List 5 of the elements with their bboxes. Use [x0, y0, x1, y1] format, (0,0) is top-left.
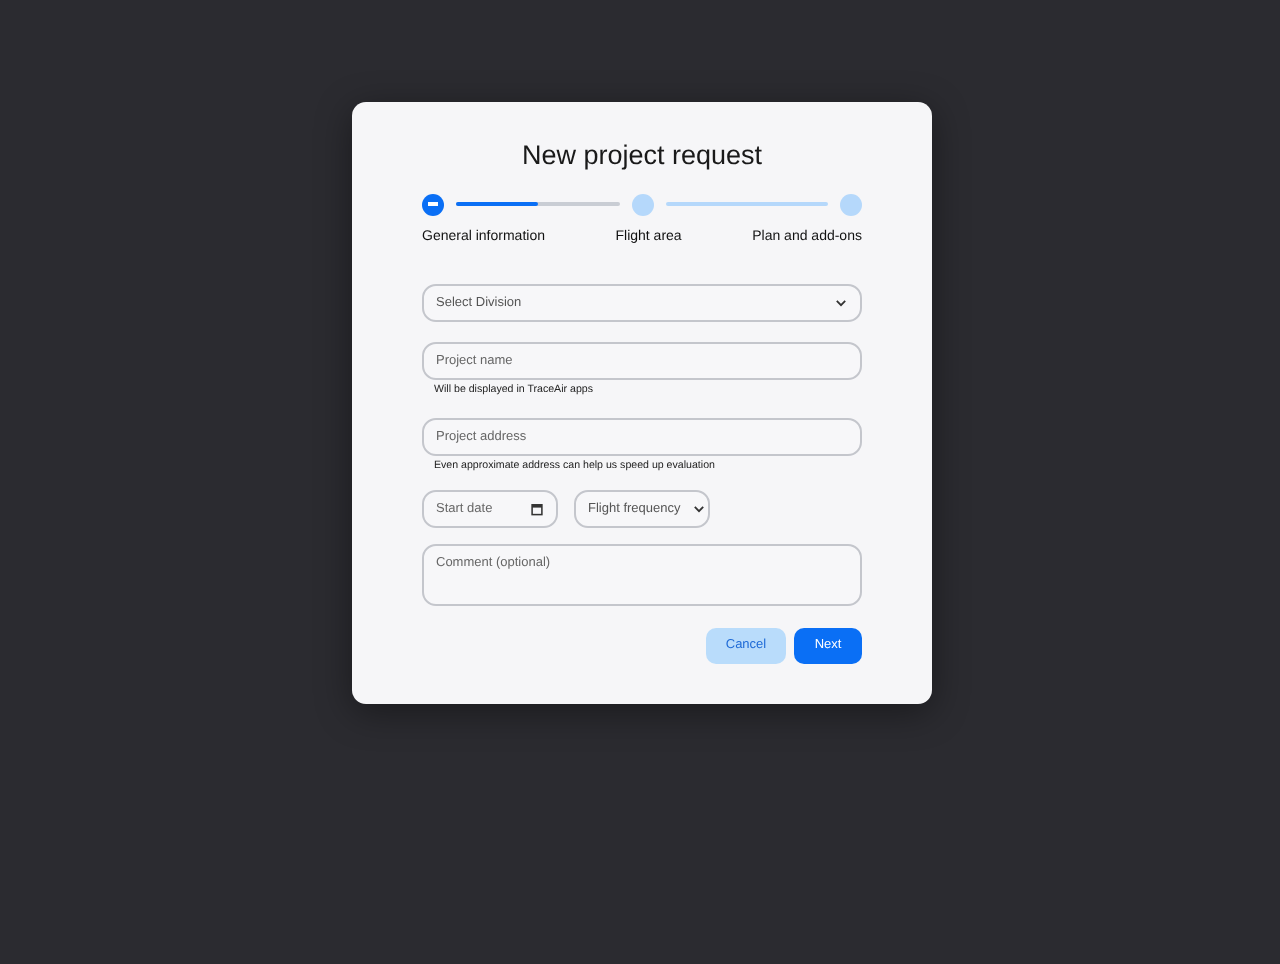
- step-indicator[interactable]: [422, 193, 444, 215]
- chevron-down-icon: [834, 296, 848, 310]
- calendar-icon: [530, 502, 544, 516]
- chevron-down-icon: [692, 502, 707, 516]
- dialog-title: New project request: [519, 140, 765, 172]
